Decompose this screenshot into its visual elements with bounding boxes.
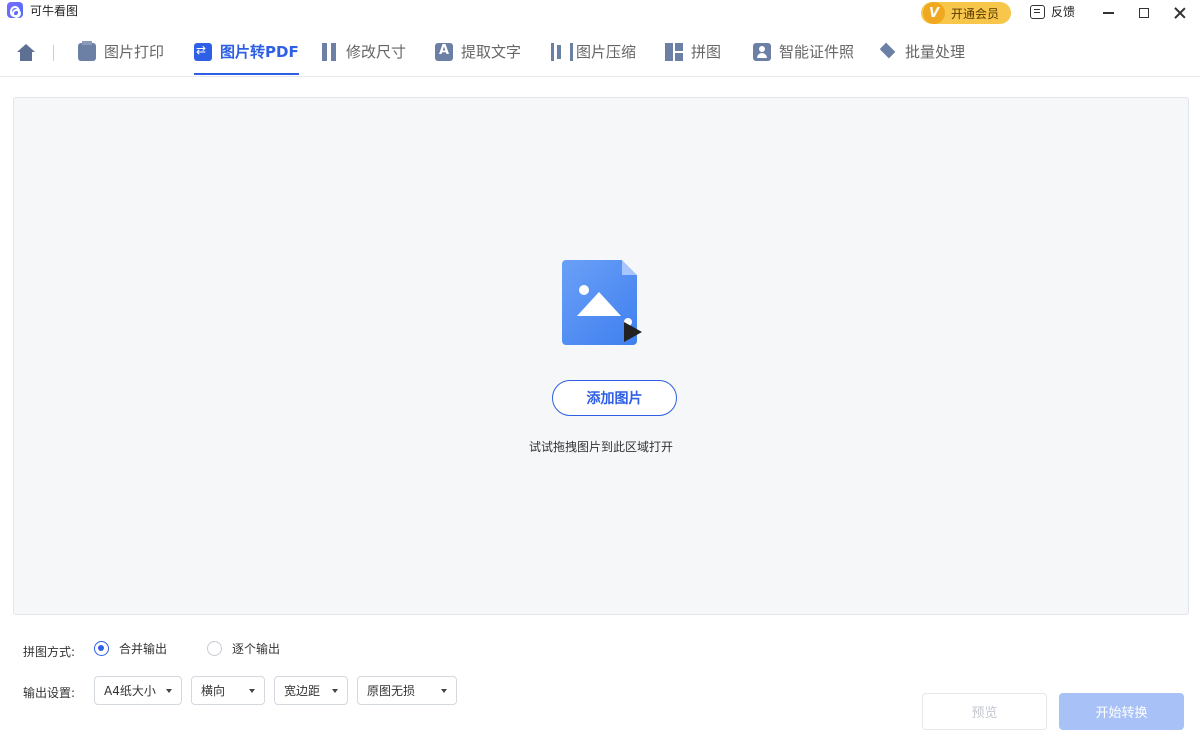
drop-hint: 试试拖拽图片到此区域打开 — [528, 440, 673, 454]
collage-icon — [665, 43, 683, 61]
paper-size-select[interactable]: A4纸大小 — [94, 676, 182, 705]
app-logo-icon — [7, 2, 23, 18]
tab-label: 修改尺寸 — [346, 43, 407, 61]
doc-mountain — [577, 292, 621, 316]
resize-icon — [320, 43, 338, 61]
tab-image-to-pdf[interactable]: 图片转PDF — [194, 40, 299, 75]
tab-batch[interactable]: 批量处理 — [879, 40, 965, 75]
feedback-button[interactable]: 反馈 — [1030, 3, 1075, 20]
id-photo-icon — [753, 43, 771, 61]
title-bar: 可牛看图 V 开通会员 反馈 — [0, 0, 1200, 26]
preview-button[interactable]: 预览 — [922, 693, 1047, 730]
vip-badge-icon: V — [923, 2, 945, 24]
tab-label: 智能证件照 — [779, 43, 855, 61]
close-button[interactable] — [1160, 0, 1200, 26]
tab-compress[interactable]: 图片压缩 — [550, 40, 636, 75]
output-settings-label: 输出设置: — [23, 686, 76, 700]
app-title: 可牛看图 — [30, 4, 79, 18]
tab-label: 图片压缩 — [576, 43, 637, 61]
tab-id-photo[interactable]: 智能证件照 — [753, 40, 854, 75]
radio-checked-icon — [94, 641, 109, 656]
vip-label: 开通会员 — [951, 6, 1000, 21]
feedback-icon — [1030, 4, 1045, 19]
tab-label: 批量处理 — [905, 43, 966, 61]
radio-label: 逐个输出 — [232, 642, 281, 656]
start-convert-button[interactable]: 开始转换 — [1059, 693, 1184, 730]
minimize-button[interactable] — [1088, 0, 1128, 26]
add-image-button[interactable]: 添加图片 — [552, 380, 677, 416]
chevron-down-icon — [249, 688, 255, 693]
nav-divider — [53, 45, 54, 61]
select-value: 原图无损 — [367, 684, 416, 698]
maximize-button[interactable] — [1124, 0, 1164, 26]
radio-individual-output[interactable]: 逐个输出 — [207, 640, 280, 657]
doc-fold — [622, 260, 637, 275]
tab-label: 拼图 — [691, 43, 722, 61]
home-icon[interactable] — [17, 44, 35, 62]
chevron-down-icon — [332, 688, 338, 693]
orientation-select[interactable]: 横向 — [191, 676, 265, 705]
maximize-icon — [1139, 8, 1149, 18]
tab-extract-text[interactable]: 提取文字 — [435, 40, 521, 75]
convert-icon — [194, 43, 212, 61]
merge-mode-label: 拼图方式: — [23, 645, 76, 659]
radio-merge-output[interactable]: 合并输出 — [94, 640, 167, 657]
tab-label: 图片打印 — [104, 43, 165, 61]
select-value: A4纸大小 — [104, 684, 156, 698]
compress-icon — [550, 43, 573, 61]
radio-label: 合并输出 — [119, 642, 168, 656]
vip-button[interactable]: V 开通会员 — [921, 2, 1011, 24]
margin-select[interactable]: 宽边距 — [274, 676, 348, 705]
tab-resize[interactable]: 修改尺寸 — [320, 40, 406, 75]
feature-tab-bar: 图片打印 图片转PDF 修改尺寸 提取文字 图片压缩 拼图 智能证件照 批量处理 — [0, 36, 1200, 77]
select-value: 宽边距 — [284, 684, 321, 698]
tab-label: 提取文字 — [461, 43, 522, 61]
tab-collage[interactable]: 拼图 — [665, 40, 721, 75]
tab-image-print[interactable]: 图片打印 — [78, 40, 164, 75]
close-icon — [1174, 7, 1186, 19]
batch-icon — [879, 43, 897, 61]
play-arrow-icon — [624, 322, 642, 342]
chevron-down-icon — [441, 688, 447, 693]
select-value: 横向 — [201, 684, 226, 698]
printer-icon — [78, 41, 96, 61]
tab-label: 图片转PDF — [220, 43, 299, 61]
quality-select[interactable]: 原图无损 — [357, 676, 457, 705]
image-drop-zone[interactable]: 添加图片 试试拖拽图片到此区域打开 — [13, 97, 1189, 615]
text-extract-icon — [435, 43, 453, 61]
radio-unchecked-icon — [207, 641, 222, 656]
chevron-down-icon — [166, 688, 172, 693]
minimize-icon — [1102, 12, 1114, 14]
feedback-label: 反馈 — [1051, 5, 1076, 19]
image-to-pdf-icon — [562, 260, 652, 350]
